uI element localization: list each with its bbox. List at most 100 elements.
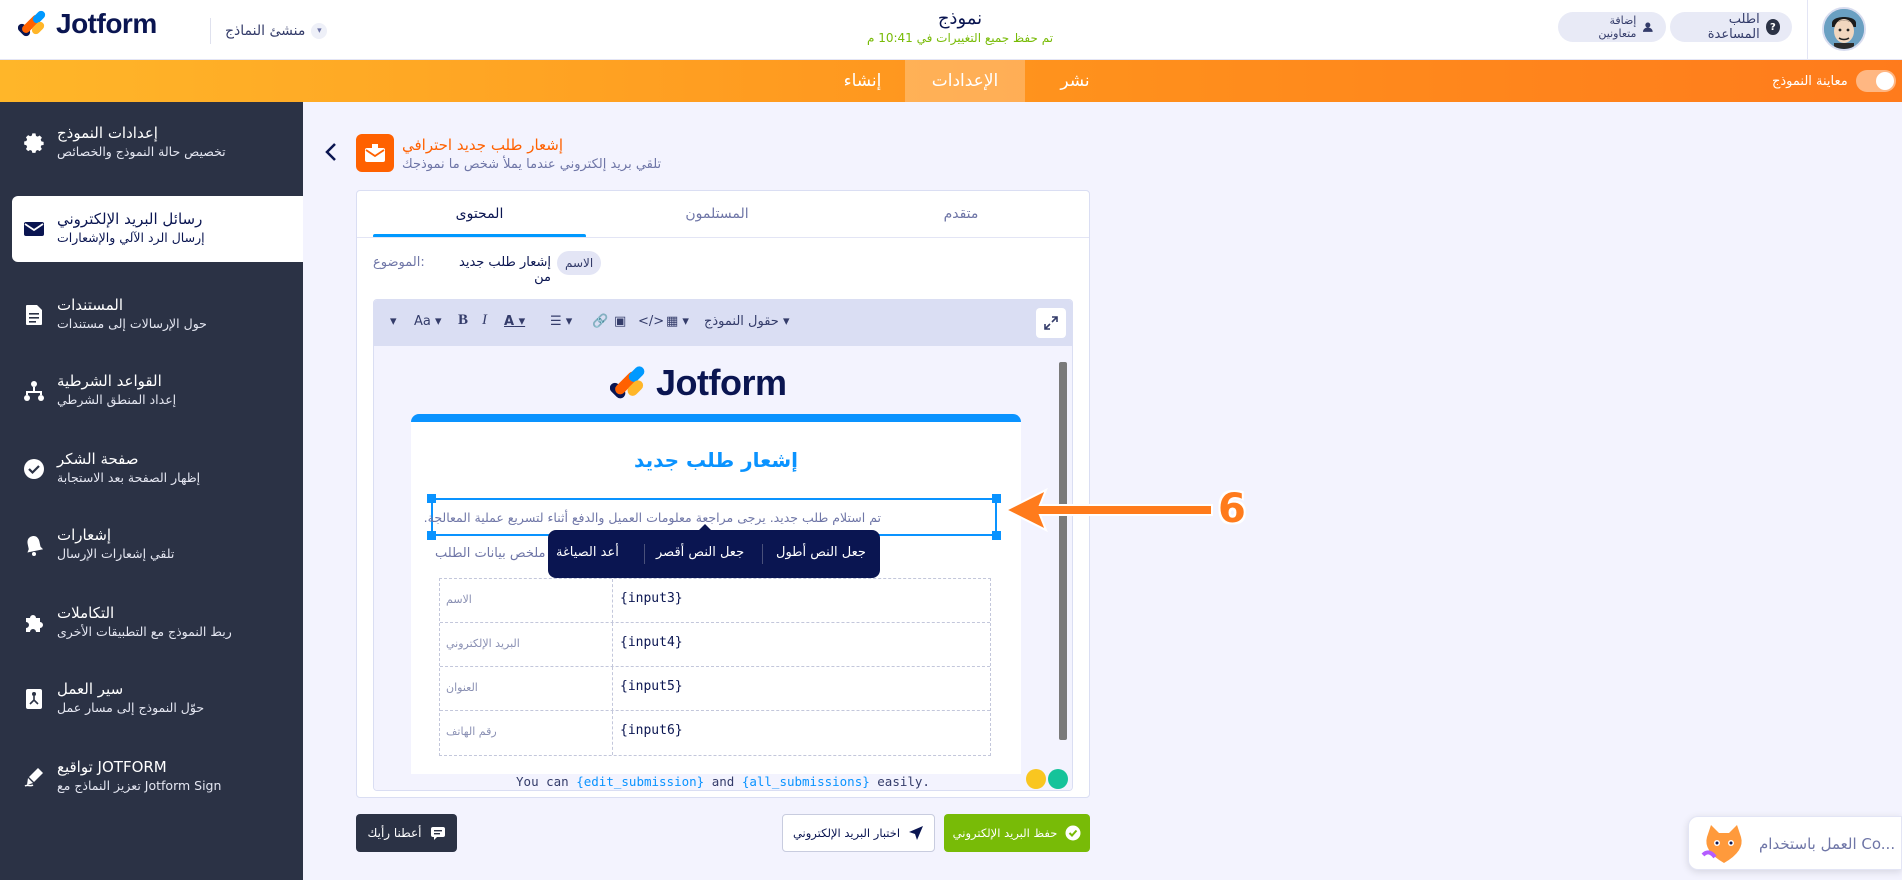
preview-label: معاينة النموذج bbox=[1772, 73, 1848, 89]
tab-settings[interactable]: الإعدادات bbox=[905, 60, 1025, 102]
sidebar-item-notifications[interactable]: إشعارات تلقي إشعارات الإرسال bbox=[12, 512, 303, 578]
align-button[interactable]: ☰ ▾ bbox=[550, 314, 572, 329]
row-value[interactable]: {input6} bbox=[620, 723, 683, 738]
help-button[interactable]: ? اطلب المساعدة bbox=[1670, 12, 1792, 42]
form-title[interactable]: نموذج bbox=[760, 8, 1160, 29]
sidebar-item-subtitle: إظهار الصفحة بعد الاستجابة bbox=[57, 470, 201, 485]
text-color-button[interactable]: A ▾ bbox=[504, 314, 525, 329]
back-button[interactable] bbox=[320, 140, 344, 164]
make-shorter-button[interactable]: جعل النص أقصر bbox=[656, 545, 744, 560]
footnote-prefix: You can bbox=[516, 774, 577, 789]
feedback-button[interactable]: أعطنا رأيك bbox=[356, 814, 457, 852]
submission-table: الاسم {input3} البريد الإلكتروني {input4… bbox=[439, 578, 991, 756]
resize-handle[interactable] bbox=[427, 494, 436, 503]
popup-divider bbox=[762, 544, 763, 564]
sidebar-item-title: المستندات bbox=[57, 296, 124, 314]
sidebar-item-integrations[interactable]: التكاملات ربط النموذج مع التطبيقات الأخر… bbox=[12, 590, 303, 656]
subject-field-tag[interactable]: الاسم bbox=[557, 251, 602, 275]
save-email-label: حفظ البريد الإلكتروني bbox=[952, 826, 1058, 840]
tab-advanced[interactable]: متقدم bbox=[847, 191, 1075, 237]
tab-publish[interactable]: نشر bbox=[1025, 60, 1125, 102]
avatar-area bbox=[1807, 0, 1902, 60]
sidebar-item-form-settings[interactable]: إعدادات النموذج تخصيص حالة النموذج والخص… bbox=[12, 110, 303, 176]
selected-paragraph-text: تم استلام طلب جديد. يرجى مراجعة معلومات … bbox=[423, 510, 881, 525]
cell-divider bbox=[612, 667, 613, 711]
table-row: العنوان {input5} bbox=[440, 667, 990, 711]
tab-content[interactable]: المحتوى bbox=[373, 191, 586, 237]
bold-button[interactable]: B bbox=[458, 312, 468, 329]
sidebar-item-jotform-sign[interactable]: تواقيع JOTFORM تعزيز النماذج مع Jotform … bbox=[12, 744, 303, 810]
footnote-mid: and bbox=[704, 774, 742, 789]
row-value[interactable]: {input3} bbox=[620, 591, 683, 606]
code-icon[interactable]: </> bbox=[638, 314, 664, 329]
sidebar-item-workflow[interactable]: سير العمل حوّل النموذج إلى مسار عمل bbox=[12, 666, 303, 732]
promo-text: العمل باستخدام Co... bbox=[1759, 835, 1896, 853]
link-icon[interactable]: 🔗 bbox=[592, 314, 608, 329]
grammarly-icon[interactable] bbox=[1048, 769, 1068, 789]
avatar-face-icon bbox=[1824, 9, 1864, 49]
form-preview-toggle-area: معاينة النموذج bbox=[1772, 70, 1896, 92]
sidebar-item-thank-you[interactable]: صفحة الشكر إظهار الصفحة بعد الاستجابة bbox=[12, 436, 303, 502]
tab-recipients[interactable]: المستلمون bbox=[603, 191, 831, 237]
image-icon[interactable]: ▣ bbox=[614, 314, 626, 329]
font-size-button[interactable]: Aa ▾ bbox=[414, 314, 442, 329]
row-label: العنوان bbox=[446, 681, 478, 694]
add-collaborators-button[interactable]: إضافة متعاونين bbox=[1558, 12, 1666, 42]
email-canvas: Jotform إشعار طلب جديد تم استلام طلب جدي… bbox=[374, 346, 1072, 790]
chevron-left-icon bbox=[325, 143, 336, 161]
table-row: رقم الهاتف {input6} bbox=[440, 711, 990, 755]
table-icon[interactable]: ▦ ▾ bbox=[666, 314, 689, 329]
gear-icon bbox=[22, 131, 46, 155]
sidebar-item-title: تواقيع JOTFORM bbox=[57, 758, 167, 776]
italic-button[interactable]: I bbox=[482, 312, 487, 329]
sidebar-item-documents[interactable]: المستندات حول الإرسالات إلى مستندات bbox=[12, 282, 303, 348]
resize-handle[interactable] bbox=[427, 531, 436, 540]
edit-submission-var[interactable]: {edit_submission} bbox=[576, 774, 704, 789]
sidebar-item-conditions[interactable]: القواعد الشرطية إعداد المنطق الشرطي bbox=[12, 358, 303, 424]
emoji-icon[interactable] bbox=[1026, 769, 1046, 789]
email-logo-text: Jotform bbox=[656, 362, 787, 403]
send-icon bbox=[909, 826, 924, 840]
form-title-area: نموذج تم حفظ جميع التغييرات في 10:41 م bbox=[760, 8, 1160, 45]
all-submissions-var[interactable]: {all_submissions} bbox=[742, 774, 870, 789]
expand-icon[interactable] bbox=[1036, 308, 1066, 338]
save-email-button[interactable]: حفظ البريد الإلكتروني bbox=[944, 814, 1090, 852]
editor-toolbar: ▾ Aa ▾ B I A ▾ ☰ ▾ 🔗 ▣ </> ▦ ▾ حقول النم… bbox=[374, 300, 1072, 346]
tabs-divider bbox=[357, 237, 1089, 238]
subject-input[interactable]: إشعار طلب جديد من bbox=[439, 255, 551, 285]
chevron-down-icon: ▾ bbox=[311, 23, 328, 39]
rephrase-button[interactable]: أعد الصياغة bbox=[556, 545, 619, 560]
sidebar-item-subtitle: تعزيز النماذج مع Jotform Sign bbox=[57, 778, 222, 793]
more-options-chevron-icon[interactable]: ▾ bbox=[390, 314, 397, 329]
editor-scrollbar[interactable] bbox=[1059, 362, 1067, 740]
row-value[interactable]: {input5} bbox=[620, 679, 683, 694]
sidebar-item-subtitle: تلقي إشعارات الإرسال bbox=[57, 546, 175, 561]
text-color-label: A bbox=[504, 314, 515, 329]
email-card: إشعار طلب جديد تم استلام طلب جديد. يرجى … bbox=[411, 414, 1021, 774]
tab-build[interactable]: إنشاء bbox=[820, 60, 905, 102]
test-email-button[interactable]: اختبار البريد الإلكتروني bbox=[782, 814, 935, 852]
row-value[interactable]: {input4} bbox=[620, 635, 683, 650]
ai-agent-promo[interactable]: العمل باستخدام Co... bbox=[1688, 816, 1902, 870]
make-longer-button[interactable]: جعل النص أطول bbox=[776, 545, 866, 560]
sidebar-item-emails[interactable]: رسائل البريد الإلكتروني إرسال الرد الآلي… bbox=[12, 196, 303, 262]
jotform-logo[interactable]: Jotform bbox=[18, 8, 157, 40]
form-fields-dropdown[interactable]: حقول النموذج ▾ bbox=[704, 314, 790, 329]
cell-divider bbox=[612, 711, 613, 755]
save-status: تم حفظ جميع التغييرات في 10:41 م bbox=[866, 31, 1054, 45]
settings-sidebar: إعدادات النموذج تخصيص حالة النموذج والخص… bbox=[0, 102, 303, 880]
cell-divider bbox=[612, 623, 613, 667]
email-footnote: You can {edit_submission} and {all_submi… bbox=[374, 774, 1072, 789]
builder-dropdown[interactable]: منشئ النماذج ▾ bbox=[210, 18, 328, 44]
email-editor-panel: متقدم المستلمون المحتوى :الموضوع إشعار ط… bbox=[356, 190, 1090, 798]
row-label: البريد الإلكتروني bbox=[446, 637, 520, 650]
email-notification-icon bbox=[356, 134, 394, 172]
sidebar-item-title: القواعد الشرطية bbox=[57, 372, 162, 390]
avatar[interactable] bbox=[1822, 7, 1866, 51]
feedback-label: أعطنا رأيك bbox=[367, 826, 422, 840]
row-label: الاسم bbox=[446, 593, 472, 606]
email-heading[interactable]: إشعار طلب جديد bbox=[411, 448, 1021, 472]
cat-mascot-icon bbox=[1701, 825, 1742, 863]
preview-toggle[interactable] bbox=[1855, 70, 1896, 92]
email-jotform-logo: Jotform bbox=[610, 362, 787, 404]
